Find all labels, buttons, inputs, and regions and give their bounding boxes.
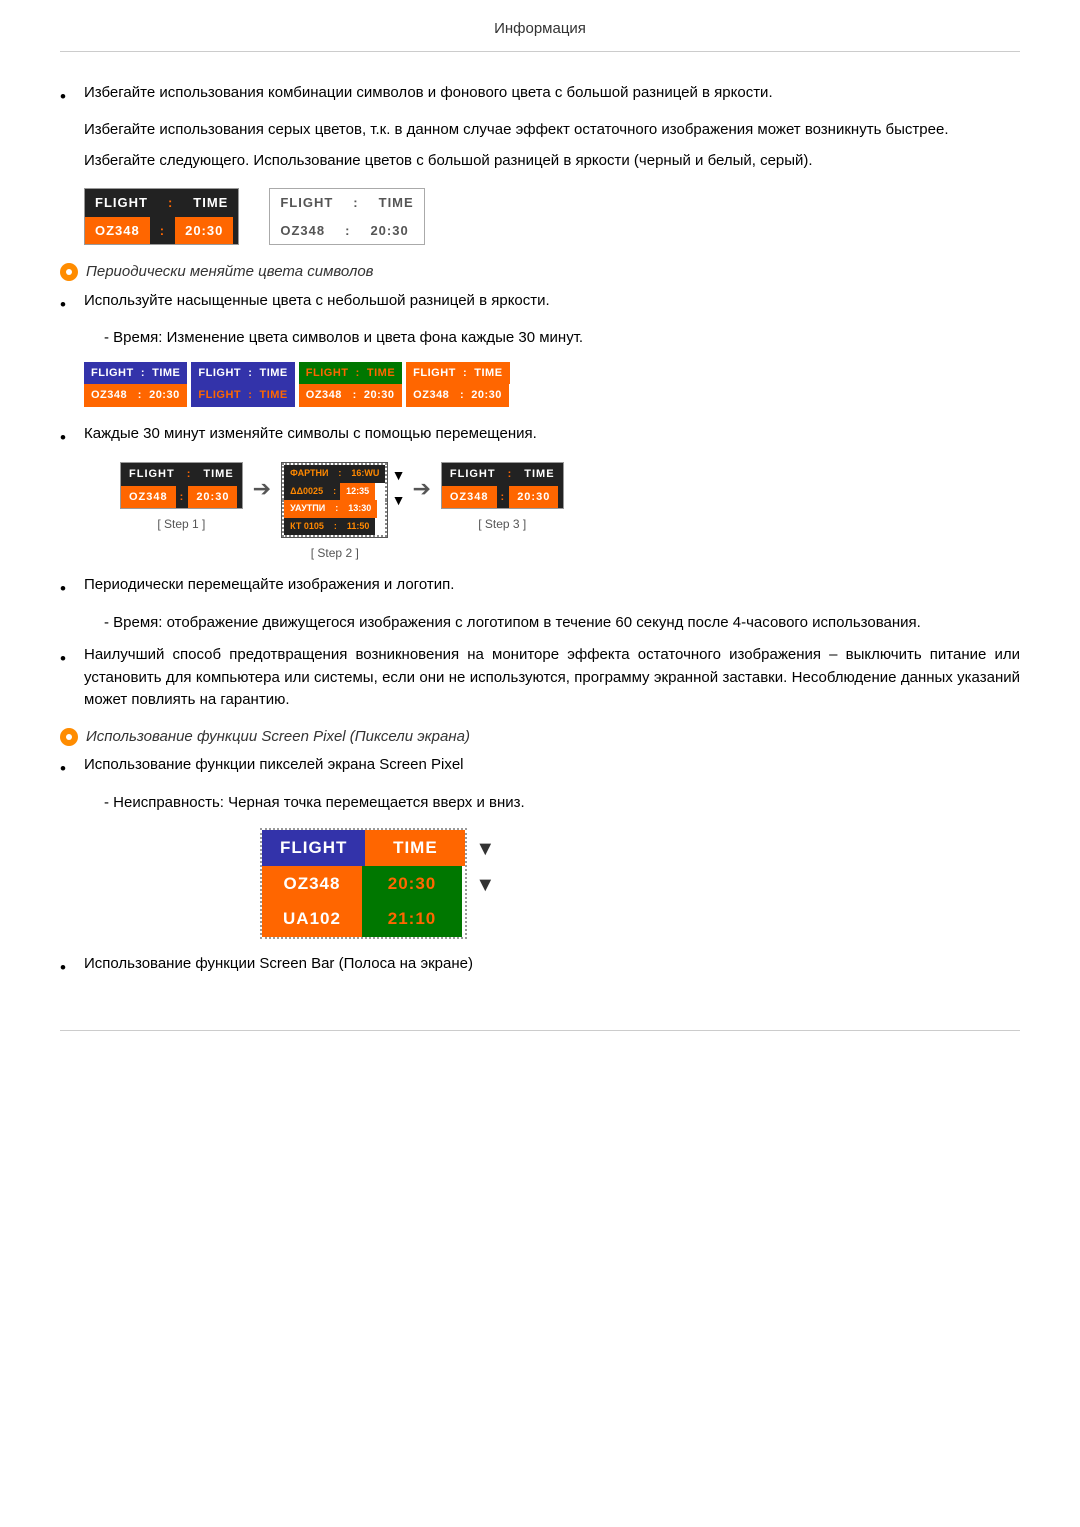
light-flight-header2: TIME — [369, 189, 424, 217]
steps-row: FLIGHT : TIME OZ348 : 20:30 [ Step 1 ] ➔ — [120, 462, 1020, 562]
ps-row-2: UA102 21:10 — [262, 901, 465, 937]
orange-bullet-row-2: Использование функции Screen Pixel (Пикс… — [60, 726, 1020, 749]
page-container: Информация • Избегайте использования ком… — [0, 0, 1080, 1060]
step1-data1: OZ348 — [121, 486, 176, 509]
bullet-text-4: Периодически перемещайте изображения и л… — [84, 574, 1020, 597]
dark-colon2: : — [150, 217, 175, 245]
step2-label: [ Step 2 ] — [311, 544, 359, 562]
main-content: • Избегайте использования комбинации сим… — [60, 72, 1020, 1001]
step3-label: [ Step 3 ] — [478, 515, 526, 533]
ps-cell-oz348: OZ348 — [262, 866, 362, 902]
bullet-text-1: Избегайте использования комбинации симво… — [84, 82, 1020, 105]
bullet-text-7: Использование функции Screen Bar (Полоса… — [84, 953, 1020, 976]
step3-colon2: : — [497, 486, 510, 509]
bullet-item-4: • Периодически перемещайте изображения и… — [60, 574, 1020, 602]
pixel-arrows: ▼ ▼ — [475, 828, 495, 900]
step3-flight-box: FLIGHT : TIME OZ348 : 20:30 — [441, 462, 564, 509]
indent-text-3: - Время: Изменение цвета символов и цвет… — [104, 327, 1020, 350]
bullet-item-1: • Избегайте использования комбинации сим… — [60, 82, 1020, 110]
step1-header2: TIME — [195, 463, 241, 486]
step1-colon1: : — [183, 463, 196, 486]
step-2-box: ФАРТНИ : 16:WU ΔΔ0025 : 12:35 УАУТПИ — [281, 462, 388, 562]
step3-header1: FLIGHT — [442, 463, 504, 486]
dark-flight-data1: OZ348 — [85, 217, 150, 245]
pixel-screen-container: FLIGHT TIME OZ348 20:30 UA102 21:10 ▼ ▼ — [260, 828, 1020, 939]
bullet-item-3: • Каждые 30 минут изменяйте символы с по… — [60, 423, 1020, 451]
bullet-item-6: • Использование функции пикселей экрана … — [60, 754, 1020, 782]
bullet-dot-6: • — [60, 756, 78, 782]
indent-text-2: Избегайте следующего. Использование цвет… — [84, 150, 1020, 173]
pixel-box-dotted: FLIGHT TIME OZ348 20:30 UA102 21:10 — [260, 828, 467, 939]
arrow-right-icon-1: ➔ — [253, 472, 271, 505]
step-1-box: FLIGHT : TIME OZ348 : 20:30 [ Step 1 ] — [120, 462, 243, 533]
light-flight-box: FLIGHT : TIME OZ348 : 20:30 — [269, 188, 424, 245]
color-box-4: FLIGHT : TIME OZ348 : 20:30 — [406, 362, 509, 407]
light-flight-data1: OZ348 — [270, 217, 335, 245]
bullet-item-5: • Наилучший способ предотвращения возник… — [60, 644, 1020, 712]
bullet-dot-2: • — [60, 292, 78, 318]
ps-row-header: FLIGHT TIME — [262, 830, 465, 866]
page-header: Информация — [60, 0, 1020, 52]
header-title: Информация — [494, 20, 586, 37]
bullet-text-3: Каждые 30 минут изменяйте символы с помо… — [84, 423, 1020, 446]
bullet-text-2: Используйте насыщенные цвета с небольшой… — [84, 290, 1020, 313]
bullet-item-2: • Используйте насыщенные цвета с небольш… — [60, 290, 1020, 318]
dark-flight-box: FLIGHT : TIME OZ348 : 20:30 — [84, 188, 239, 245]
step1-header1: FLIGHT — [121, 463, 183, 486]
bullet-dot-5: • — [60, 646, 78, 672]
step2-flight-box: ФАРТНИ : 16:WU ΔΔ0025 : 12:35 УАУТПИ — [281, 462, 388, 538]
orange-circle-icon-2 — [60, 728, 78, 746]
ps-cell-flight: FLIGHT — [262, 830, 365, 866]
bullet-text-5: Наилучший способ предотвращения возникно… — [84, 644, 1020, 712]
light-colon1: : — [343, 189, 368, 217]
bullet-dot-3: • — [60, 425, 78, 451]
dark-flight-data2: 20:30 — [175, 217, 233, 245]
step3-data2: 20:30 — [509, 486, 558, 509]
ps-cell-2030: 20:30 — [362, 866, 462, 902]
bullet-dot-1: • — [60, 84, 78, 110]
orange-circle-icon-1 — [60, 263, 78, 281]
pixel-screen-box: FLIGHT TIME OZ348 20:30 UA102 21:10 — [260, 828, 467, 939]
bullet-dot-4: • — [60, 576, 78, 602]
flight-examples: FLIGHT : TIME OZ348 : 20:30 FLIGHT : TIM… — [84, 188, 1020, 245]
step1-label: [ Step 1 ] — [157, 515, 205, 533]
ps-row-1: OZ348 20:30 — [262, 866, 465, 902]
page-footer — [60, 1030, 1020, 1060]
ps-cell-time: TIME — [365, 830, 465, 866]
dark-flight-header2: TIME — [183, 189, 238, 217]
step3-data1: OZ348 — [442, 486, 497, 509]
ps-cell-2110: 21:10 — [362, 901, 462, 937]
bullet-item-7: • Использование функции Screen Bar (Поло… — [60, 953, 1020, 981]
step1-data2: 20:30 — [188, 486, 237, 509]
ps-cell-ua102: UA102 — [262, 901, 362, 937]
pixel-arrow-down-2: ▼ — [475, 870, 495, 900]
step-3-box: FLIGHT : TIME OZ348 : 20:30 [ Step 3 ] — [441, 462, 564, 533]
bullet-text-6: Использование функции пикселей экрана Sc… — [84, 754, 1020, 777]
dark-flight-header1: FLIGHT — [85, 189, 158, 217]
light-colon2: : — [335, 217, 360, 245]
bullet-dot-7: • — [60, 955, 78, 981]
indent-text-5: - Неисправность: Черная точка перемещает… — [104, 792, 1020, 815]
color-box-3: FLIGHT : TIME OZ348 : 20:30 — [299, 362, 402, 407]
pixel-arrow-down-1: ▼ — [475, 834, 495, 864]
step3-colon1: : — [504, 463, 517, 486]
light-flight-data2: 20:30 — [360, 217, 418, 245]
indent-text-4: - Время: отображение движущегося изображ… — [104, 612, 1020, 635]
orange-bullet-row-1: Периодически меняйте цвета символов — [60, 261, 1020, 284]
arrow-right-icon-2: ➔ — [412, 472, 430, 505]
orange-label-1: Периодически меняйте цвета символов — [86, 261, 374, 284]
arrow-2: ➔ — [412, 462, 430, 505]
step1-flight-box: FLIGHT : TIME OZ348 : 20:30 — [120, 462, 243, 509]
color-flight-row: FLIGHT : TIME OZ348 : 20:30 FLIGHT : TIM… — [84, 362, 1020, 407]
step1-colon2: : — [176, 486, 189, 509]
dark-colon1: : — [158, 189, 183, 217]
orange-label-2: Использование функции Screen Pixel (Пикс… — [86, 726, 470, 749]
arrow-1: ➔ — [253, 462, 271, 505]
color-box-1: FLIGHT : TIME OZ348 : 20:30 — [84, 362, 187, 407]
light-flight-header1: FLIGHT — [270, 189, 343, 217]
color-box-2: FLIGHT : TIME FLIGHT : TIME — [191, 362, 294, 407]
step3-header2: TIME — [516, 463, 562, 486]
indent-text-1: Избегайте использования серых цветов, т.… — [84, 119, 1020, 142]
